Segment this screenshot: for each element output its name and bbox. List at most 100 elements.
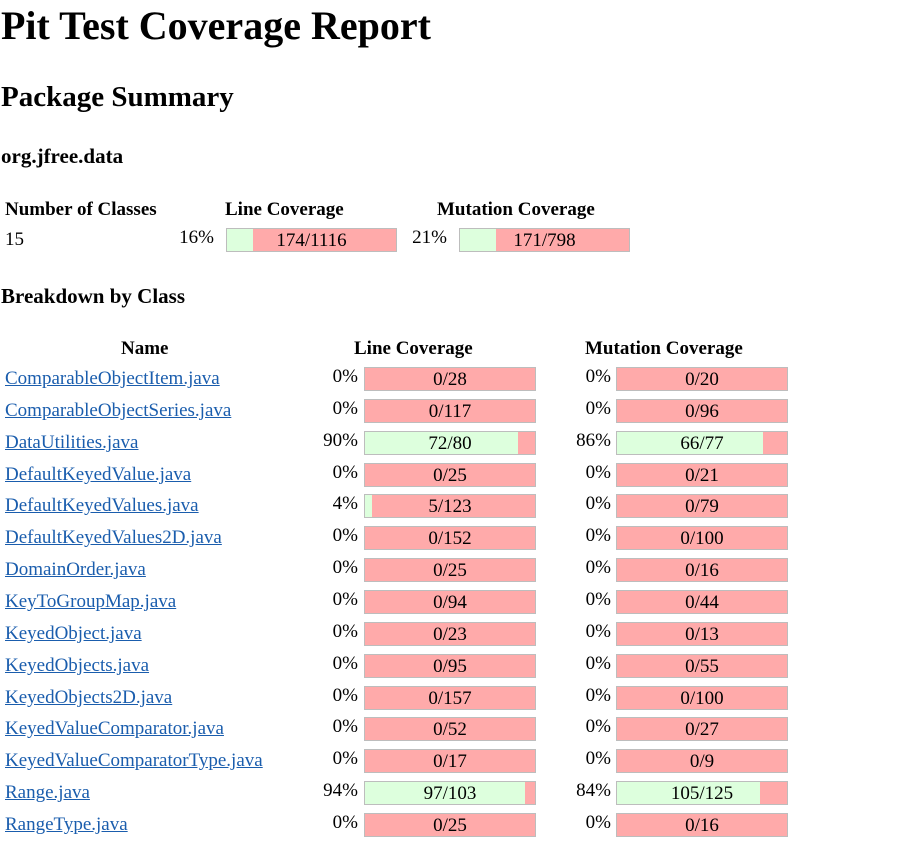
breakdown-header-line: Line Coverage	[354, 338, 473, 359]
summary-mutation-percent: 21%	[412, 227, 447, 248]
class-link[interactable]: DataUtilities.java	[5, 432, 138, 454]
class-link[interactable]: KeyToGroupMap.java	[5, 591, 176, 613]
class-mutation-coverage-ratio: 0/21	[685, 465, 719, 486]
class-line-coverage-bar: 0/28	[364, 367, 536, 391]
class-line-coverage-bar: 0/25	[364, 813, 536, 837]
class-mutation-percent: 0%	[585, 653, 611, 674]
class-link[interactable]: ComparableObjectSeries.java	[5, 400, 231, 422]
class-mutation-coverage-ratio: 0/16	[685, 560, 719, 581]
class-line-coverage-bar: 0/25	[364, 558, 536, 582]
class-line-percent: 0%	[332, 462, 358, 483]
class-line-coverage-bar: 0/23	[364, 622, 536, 646]
class-line-coverage-ratio: 0/152	[428, 528, 472, 549]
summary-line-coverage-ratio: 174/1116	[276, 230, 347, 251]
breakdown-heading: Breakdown by Class	[1, 284, 185, 308]
summary-header-line: Line Coverage	[225, 199, 344, 220]
class-link[interactable]: DomainOrder.java	[5, 559, 146, 581]
class-mutation-percent: 0%	[585, 557, 611, 578]
class-line-coverage-bar: 5/123	[364, 494, 536, 518]
class-mutation-percent: 84%	[576, 780, 611, 801]
breakdown-header-mutation: Mutation Coverage	[585, 338, 743, 359]
class-mutation-percent: 0%	[585, 525, 611, 546]
class-mutation-coverage-bar: 0/16	[616, 813, 788, 837]
class-line-coverage-bar: 0/94	[364, 590, 536, 614]
class-mutation-coverage-ratio: 66/77	[680, 433, 724, 454]
class-mutation-coverage-ratio: 0/96	[685, 401, 719, 422]
class-link[interactable]: KeyedValueComparatorType.java	[5, 750, 263, 772]
class-link[interactable]: KeyedValueComparator.java	[5, 718, 224, 740]
class-line-coverage-ratio: 97/103	[423, 783, 477, 804]
class-line-coverage-ratio: 0/28	[433, 369, 467, 390]
class-mutation-percent: 0%	[585, 462, 611, 483]
class-line-coverage-ratio: 0/117	[428, 401, 472, 422]
class-mutation-coverage-ratio: 0/13	[685, 624, 719, 645]
class-line-coverage-ratio: 0/25	[433, 465, 467, 486]
class-line-coverage-ratio: 0/95	[433, 656, 467, 677]
class-line-coverage-ratio: 0/25	[433, 560, 467, 581]
class-link[interactable]: DefaultKeyedValue.java	[5, 464, 191, 486]
class-mutation-coverage-ratio: 0/100	[680, 688, 724, 709]
summary-line-percent: 16%	[179, 227, 214, 248]
class-mutation-percent: 0%	[585, 621, 611, 642]
class-link[interactable]: KeyedObjects.java	[5, 655, 149, 677]
class-line-percent: 0%	[332, 716, 358, 737]
class-link[interactable]: DefaultKeyedValues.java	[5, 495, 199, 517]
class-link[interactable]: KeyedObjects2D.java	[5, 687, 172, 709]
class-mutation-coverage-ratio: 0/55	[685, 656, 719, 677]
class-link[interactable]: KeyedObject.java	[5, 623, 142, 645]
class-mutation-coverage-bar: 0/21	[616, 463, 788, 487]
class-mutation-coverage-bar: 0/27	[616, 717, 788, 741]
class-mutation-coverage-bar: 0/96	[616, 399, 788, 423]
class-mutation-coverage-ratio: 105/125	[670, 783, 734, 804]
class-mutation-percent: 0%	[585, 589, 611, 610]
class-line-percent: 0%	[332, 557, 358, 578]
class-mutation-percent: 0%	[585, 685, 611, 706]
class-line-percent: 0%	[332, 366, 358, 387]
class-line-percent: 0%	[332, 748, 358, 769]
summary-header-mutation: Mutation Coverage	[437, 199, 595, 220]
class-line-coverage-bar: 72/80	[364, 431, 536, 455]
class-mutation-coverage-bar: 0/100	[616, 686, 788, 710]
class-line-coverage-ratio: 0/23	[433, 624, 467, 645]
class-mutation-percent: 0%	[585, 366, 611, 387]
class-mutation-coverage-bar: 0/44	[616, 590, 788, 614]
class-line-coverage-ratio: 0/25	[433, 815, 467, 836]
class-line-coverage-ratio: 72/80	[428, 433, 472, 454]
class-line-coverage-ratio: 0/157	[428, 688, 472, 709]
class-line-coverage-ratio: 0/94	[433, 592, 467, 613]
class-link[interactable]: RangeType.java	[5, 814, 128, 836]
class-mutation-coverage-bar: 0/20	[616, 367, 788, 391]
class-mutation-percent: 0%	[585, 812, 611, 833]
class-mutation-percent: 86%	[576, 430, 611, 451]
class-line-percent: 0%	[332, 525, 358, 546]
class-link[interactable]: DefaultKeyedValues2D.java	[5, 527, 222, 549]
class-link[interactable]: Range.java	[5, 782, 90, 804]
page-title: Pit Test Coverage Report	[1, 3, 431, 48]
class-mutation-coverage-bar: 0/55	[616, 654, 788, 678]
class-mutation-coverage-bar: 0/16	[616, 558, 788, 582]
class-mutation-coverage-ratio: 0/16	[685, 815, 719, 836]
class-link[interactable]: ComparableObjectItem.java	[5, 368, 220, 390]
class-mutation-coverage-ratio: 0/100	[680, 528, 724, 549]
class-mutation-coverage-ratio: 0/44	[685, 592, 719, 613]
class-line-coverage-bar: 0/25	[364, 463, 536, 487]
class-line-percent: 0%	[332, 653, 358, 674]
class-mutation-coverage-ratio: 0/27	[685, 719, 719, 740]
breakdown-header-name: Name	[121, 338, 169, 359]
summary-line-coverage-bar: 174/1116	[226, 228, 397, 252]
summary-class-count: 15	[5, 229, 24, 250]
class-mutation-coverage-bar: 0/79	[616, 494, 788, 518]
class-line-percent: 0%	[332, 685, 358, 706]
summary-mutation-coverage-bar: 171/798	[459, 228, 630, 252]
package-summary-heading: Package Summary	[1, 81, 234, 113]
class-line-coverage-ratio: 0/17	[433, 751, 467, 772]
class-mutation-coverage-ratio: 0/9	[689, 751, 715, 772]
class-line-percent: 94%	[323, 780, 358, 801]
class-mutation-coverage-bar: 66/77	[616, 431, 788, 455]
class-line-coverage-bar: 0/157	[364, 686, 536, 710]
summary-mutation-coverage-ratio: 171/798	[513, 230, 576, 251]
class-mutation-percent: 0%	[585, 398, 611, 419]
class-line-coverage-bar: 0/95	[364, 654, 536, 678]
class-mutation-coverage-bar: 0/100	[616, 526, 788, 550]
class-mutation-coverage-ratio: 0/20	[685, 369, 719, 390]
